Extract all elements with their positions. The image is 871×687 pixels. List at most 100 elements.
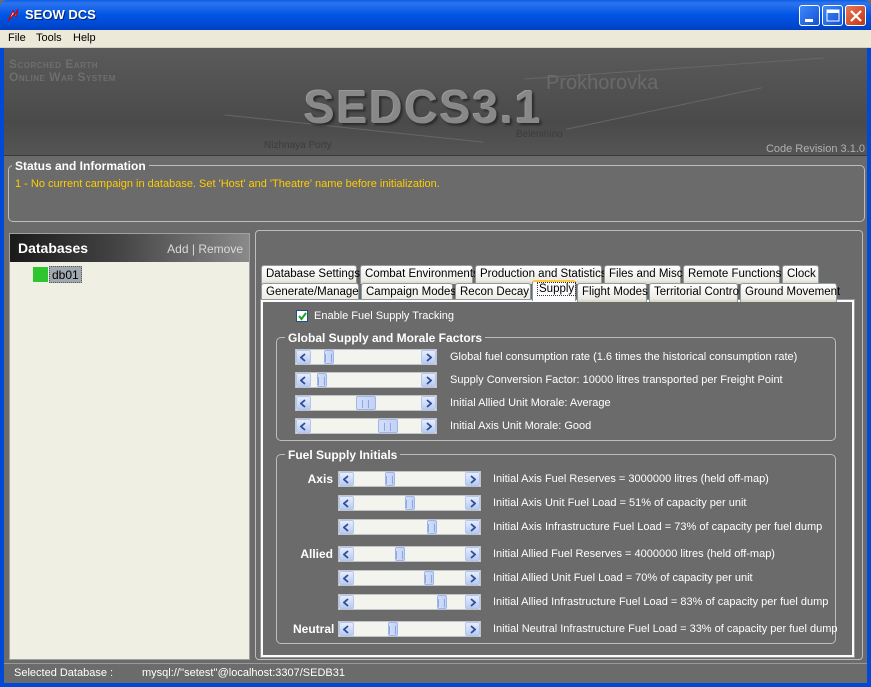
slider[interactable] [338,570,481,586]
slider-right-button[interactable] [421,419,436,433]
status-title: Status and Information [12,159,149,173]
status-message: 1 - No current campaign in database. Set… [15,178,440,190]
arrow-left-icon [343,550,349,559]
arrow-left-icon [343,523,349,532]
side-label-neutral: Neutral [293,622,335,636]
slider-thumb[interactable] [405,496,415,510]
slider[interactable] [338,519,481,535]
selected-database-label: Selected Database : [14,667,114,679]
slider-thumb[interactable] [388,622,398,636]
close-button[interactable] [845,5,866,26]
add-database-link[interactable]: Add [167,242,188,256]
slider-left-button[interactable] [339,547,354,561]
slider-label: Supply Conversion Factor: 10000 litres t… [450,374,783,386]
slider-thumb[interactable] [324,350,334,364]
slider-label: Global fuel consumption rate (1.6 times … [450,351,798,363]
slider-left-button[interactable] [339,622,354,636]
arrow-left-icon [300,376,306,385]
enable-fuel-supply-label: Enable Fuel Supply Tracking [314,310,455,322]
slider-left-button[interactable] [339,472,354,486]
arrow-left-icon [343,574,349,583]
slider-thumb[interactable] [424,571,434,585]
slider-right-button[interactable] [465,520,480,534]
tab-combat-environments[interactable]: Combat Environments [360,265,479,284]
tab-files-misc[interactable]: Files and Misc [604,265,683,284]
side-label-axis: Axis [307,472,333,486]
map-label: Nizhnaya Porty [264,140,332,151]
slider-label: Initial Allied Unit Morale: Average [450,397,611,409]
slider[interactable] [338,471,481,487]
slider[interactable] [295,418,437,434]
slider[interactable] [338,621,481,637]
slider[interactable] [295,372,437,388]
slider-left-button[interactable] [296,373,311,387]
slider-right-button[interactable] [465,547,480,561]
arrow-right-icon [470,499,476,508]
slider-right-button[interactable] [465,472,480,486]
slider-left-button[interactable] [339,571,354,585]
menu-tools[interactable]: Tools [36,32,62,44]
slider-left-button[interactable] [339,496,354,510]
slider-thumb[interactable] [317,373,327,387]
slider-label: Initial Axis Unit Morale: Good [450,420,592,432]
status-bar: Selected Database : mysql://''setest''@l… [4,663,867,683]
maximize-icon [826,9,840,22]
tab-supply[interactable]: Supply [532,280,577,301]
tab-clock[interactable]: Clock [782,265,819,284]
slider-thumb[interactable] [356,396,376,410]
close-icon [850,10,862,22]
minimize-button[interactable] [799,5,820,26]
slider-right-button[interactable] [421,350,436,364]
app-title: SEDCS3.1 [304,81,543,133]
slider[interactable] [338,594,481,610]
database-name: db01 [49,266,82,283]
slider-label: Initial Axis Fuel Reserves = 3000000 lit… [493,473,769,485]
remove-database-link[interactable]: Remove [198,242,243,256]
minimize-icon [805,19,813,22]
slider-thumb[interactable] [385,472,395,486]
tab-flight-modes[interactable]: Flight Modes [577,283,648,302]
window-frame-bottom [0,683,871,687]
slider-thumb[interactable] [395,547,405,561]
slider-thumb[interactable] [437,595,447,609]
slider-left-button[interactable] [296,419,311,433]
map-label: Belenihino [516,129,563,140]
tab-ground-movement[interactable]: Ground Movement [740,283,840,302]
slider-label: Initial Allied Unit Fuel Load = 70% of c… [493,572,753,584]
checkmark-icon [298,312,307,321]
database-status-swatch [33,267,48,282]
arrow-left-icon [343,625,349,634]
slider[interactable] [338,495,481,511]
slider[interactable] [338,546,481,562]
slider-right-button[interactable] [465,595,480,609]
tab-database-settings[interactable]: Database Settings [261,265,360,284]
menu-file[interactable]: File [8,32,26,44]
arrow-left-icon [300,399,306,408]
slider-thumb[interactable] [427,520,437,534]
arrow-right-icon [470,598,476,607]
slider-right-button[interactable] [465,622,480,636]
slider-label: Initial Allied Fuel Reserves = 4000000 l… [493,548,775,560]
slider-right-button[interactable] [465,496,480,510]
slider-left-button[interactable] [339,595,354,609]
slider-left-button[interactable] [296,350,311,364]
menu-help[interactable]: Help [73,32,96,44]
tab-remote-functions[interactable]: Remote Functions [683,265,781,284]
maximize-button[interactable] [822,5,843,26]
slider-label: Initial Neutral Infrastructure Fuel Load… [493,623,838,635]
slider-label: Initial Axis Infrastructure Fuel Load = … [493,521,823,533]
tab-territorial-control[interactable]: Territorial Control [649,283,742,302]
slider[interactable] [295,349,437,365]
slider-left-button[interactable] [296,396,311,410]
arrow-right-icon [426,399,432,408]
slider-right-button[interactable] [421,373,436,387]
slider-right-button[interactable] [465,571,480,585]
arrow-left-icon [300,353,306,362]
slider-thumb[interactable] [378,419,398,433]
slider-right-button[interactable] [421,396,436,410]
arrow-right-icon [426,422,432,431]
slider[interactable] [295,395,437,411]
slider-left-button[interactable] [339,520,354,534]
slider-label: Initial Allied Infrastructure Fuel Load … [493,596,829,608]
enable-fuel-supply-checkbox[interactable] [296,310,308,322]
